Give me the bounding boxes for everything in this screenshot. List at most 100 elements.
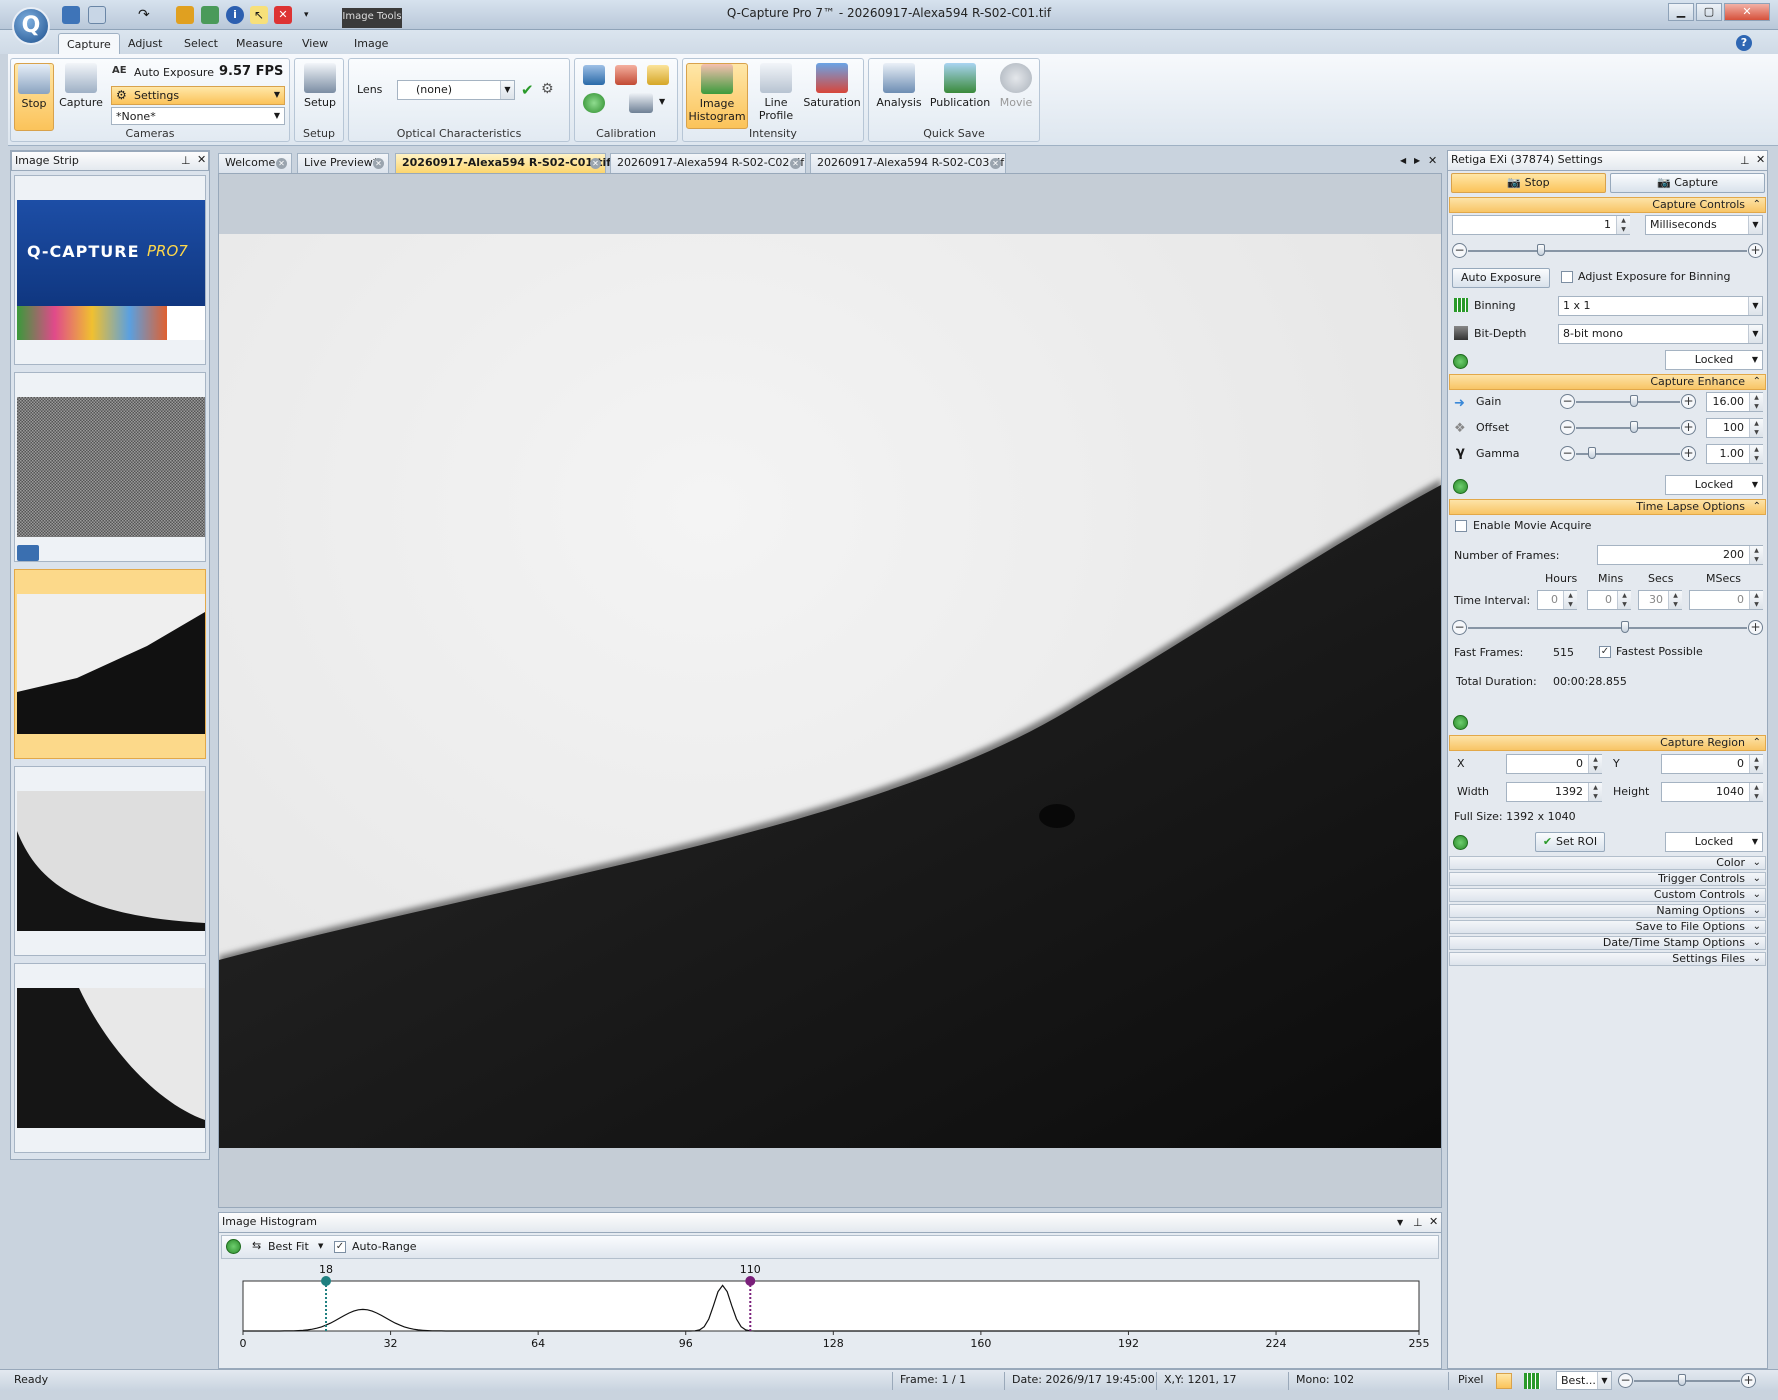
gamma-spinner-icon[interactable]: ▲ ▼	[1749, 445, 1763, 463]
thumbnail-welcome[interactable]: Q-CAPTURE PRO7	[14, 175, 206, 365]
saturation-button[interactable]: Saturation	[803, 63, 861, 123]
zoom-slider[interactable]: − +	[1618, 1373, 1756, 1389]
lens-dropdown[interactable]: (none) ▼	[397, 80, 515, 100]
tab-image[interactable]: Image	[346, 33, 396, 54]
thumbnail-c01[interactable]	[14, 569, 206, 759]
panel-capture-button[interactable]: 📷 Capture	[1610, 173, 1765, 193]
section-capture-enhance[interactable]: Capture Enhance ⌃	[1449, 374, 1766, 390]
tab-c02[interactable]: 20260917-Alexa594 R-S02-C02.tif ✕	[610, 153, 806, 173]
minimize-button[interactable]: ▁	[1668, 3, 1694, 21]
refresh-icon[interactable]	[1453, 354, 1468, 369]
thumbnail-c03[interactable]	[14, 963, 206, 1153]
tab-live-preview[interactable]: Live Preview* ✕	[297, 153, 389, 173]
plus-icon[interactable]: +	[1748, 620, 1763, 635]
section-save-to-file[interactable]: Save to File Options ⌄	[1449, 920, 1766, 934]
locked-dropdown[interactable]: Locked ▼	[1665, 475, 1763, 495]
close-button[interactable]: ✕	[1724, 3, 1770, 21]
chevron-down-icon[interactable]: ▼	[1397, 1214, 1403, 1232]
slider-thumb[interactable]	[1537, 244, 1545, 256]
enable-movie-checkbox[interactable]	[1455, 520, 1467, 532]
frames-spinner-icon[interactable]: ▲ ▼	[1749, 546, 1763, 564]
height-spinner-icon[interactable]: ▲ ▼	[1749, 783, 1763, 801]
plus-icon[interactable]: +	[1681, 420, 1696, 435]
exposure-input[interactable]: 1	[1452, 215, 1630, 235]
adjust-binning-checkbox[interactable]	[1561, 271, 1573, 283]
section-settings-files[interactable]: Settings Files ⌄	[1449, 952, 1766, 966]
section-date-time-stamp[interactable]: Date/Time Stamp Options ⌄	[1449, 936, 1766, 950]
refresh-icon[interactable]	[1453, 835, 1468, 850]
setup-button[interactable]: Setup	[299, 63, 341, 123]
zoom-dropdown[interactable]: Best... ▼	[1556, 1371, 1612, 1390]
section-custom-controls[interactable]: Custom Controls ⌄	[1449, 888, 1766, 902]
section-trigger-controls[interactable]: Trigger Controls ⌄	[1449, 872, 1766, 886]
auto-range-checkbox[interactable]: ✓	[334, 1241, 346, 1253]
plus-icon[interactable]: +	[1748, 243, 1763, 258]
chevron-down-icon[interactable]: ▼	[659, 97, 665, 106]
offset-spinner-icon[interactable]: ▲ ▼	[1749, 419, 1763, 437]
minus-icon[interactable]: −	[1452, 243, 1467, 258]
plus-icon[interactable]: +	[1681, 446, 1696, 461]
grid-view-icon[interactable]	[1524, 1373, 1540, 1389]
auto-exposure-button[interactable]: Auto Exposure	[134, 66, 214, 79]
bitdepth-dropdown[interactable]: 8-bit mono ▼	[1558, 324, 1763, 344]
set-roi-button[interactable]: ✔ Set ROI	[1535, 832, 1605, 852]
slider-thumb[interactable]	[1678, 1374, 1686, 1386]
tab-c01[interactable]: 20260917-Alexa594 R-S02-C01.tif ✕	[395, 153, 611, 173]
close-icon[interactable]: ✕	[1756, 151, 1765, 169]
thumbnail-c02[interactable]	[14, 766, 206, 956]
plus-icon[interactable]: +	[1681, 394, 1696, 409]
offset-slider[interactable]: − +	[1560, 420, 1696, 436]
close-tab-icon[interactable]: ✕	[990, 158, 1001, 169]
refresh-icon[interactable]	[1453, 479, 1468, 494]
fastest-possible-checkbox[interactable]: ✓	[1599, 646, 1611, 658]
slider-thumb[interactable]	[1630, 395, 1638, 407]
tab-select[interactable]: Select	[176, 33, 226, 54]
x-spinner-icon[interactable]: ▲ ▼	[1588, 755, 1602, 773]
minus-icon[interactable]: −	[1560, 394, 1575, 409]
pin-icon[interactable]: ⊥	[181, 152, 191, 170]
close-tab-icon[interactable]: ✕	[276, 158, 287, 169]
histogram-chart[interactable]: 18 110 0 32 64 96 128 160 192 224 255	[219, 1261, 1441, 1367]
tab-scroll-right-icon[interactable]: ▶	[1414, 156, 1420, 165]
settings-dropdown[interactable]: ⚙ Settings ▼	[111, 86, 285, 105]
section-capture-region[interactable]: Capture Region ⌃	[1449, 735, 1766, 751]
image-view-icon[interactable]	[1496, 1373, 1512, 1389]
refresh-icon[interactable]	[226, 1239, 241, 1254]
exposure-slider[interactable]: − +	[1452, 243, 1763, 259]
calibrate-ruler-icon[interactable]	[647, 65, 669, 85]
tab-scroll-left-icon[interactable]: ◀	[1400, 156, 1406, 165]
calibrate-scale-icon[interactable]	[583, 65, 605, 85]
slider-thumb[interactable]	[1630, 421, 1638, 433]
close-tab-icon[interactable]: ✕	[373, 158, 384, 169]
image-histogram-button[interactable]: Image Histogram	[686, 63, 748, 129]
height-input[interactable]: 1040	[1661, 782, 1763, 802]
tab-view[interactable]: View	[294, 33, 336, 54]
refresh-icon[interactable]	[1453, 715, 1468, 730]
maximize-button[interactable]: ▢	[1696, 3, 1722, 21]
slider-thumb[interactable]	[1621, 621, 1629, 633]
close-icon[interactable]: ✕	[1429, 1213, 1438, 1231]
close-document-icon[interactable]: ✕	[1428, 154, 1437, 167]
binning-dropdown[interactable]: 1 x 1 ▼	[1558, 296, 1763, 316]
calibrate-camera-icon[interactable]	[629, 93, 653, 113]
plus-icon[interactable]: +	[1741, 1373, 1756, 1388]
minus-icon[interactable]: −	[1560, 420, 1575, 435]
preset-dropdown[interactable]: *None* ▼	[111, 107, 285, 125]
tab-capture[interactable]: Capture	[58, 33, 120, 54]
minus-icon[interactable]: −	[1560, 446, 1575, 461]
pin-icon[interactable]: ⊥	[1740, 152, 1750, 170]
width-spinner-icon[interactable]: ▲ ▼	[1588, 783, 1602, 801]
close-icon[interactable]: ✕	[197, 151, 206, 169]
pin-icon[interactable]: ⊥	[1413, 1214, 1423, 1232]
mins-spinner-icon[interactable]: ▲ ▼	[1617, 591, 1631, 609]
exposure-spinner-icon[interactable]: ▲ ▼	[1616, 216, 1630, 234]
close-tab-icon[interactable]: ✕	[790, 158, 801, 169]
locked-dropdown[interactable]: Locked ▼	[1665, 832, 1763, 852]
chevron-down-icon[interactable]: ▼	[318, 1242, 323, 1250]
msecs-spinner-icon[interactable]: ▲ ▼	[1749, 591, 1763, 609]
section-naming-options[interactable]: Naming Options ⌄	[1449, 904, 1766, 918]
checkmark-icon[interactable]: ✔	[521, 81, 534, 99]
frames-input[interactable]: 200	[1597, 545, 1763, 565]
capture-button[interactable]: Capture	[59, 63, 103, 123]
section-color[interactable]: Color ⌄	[1449, 856, 1766, 870]
